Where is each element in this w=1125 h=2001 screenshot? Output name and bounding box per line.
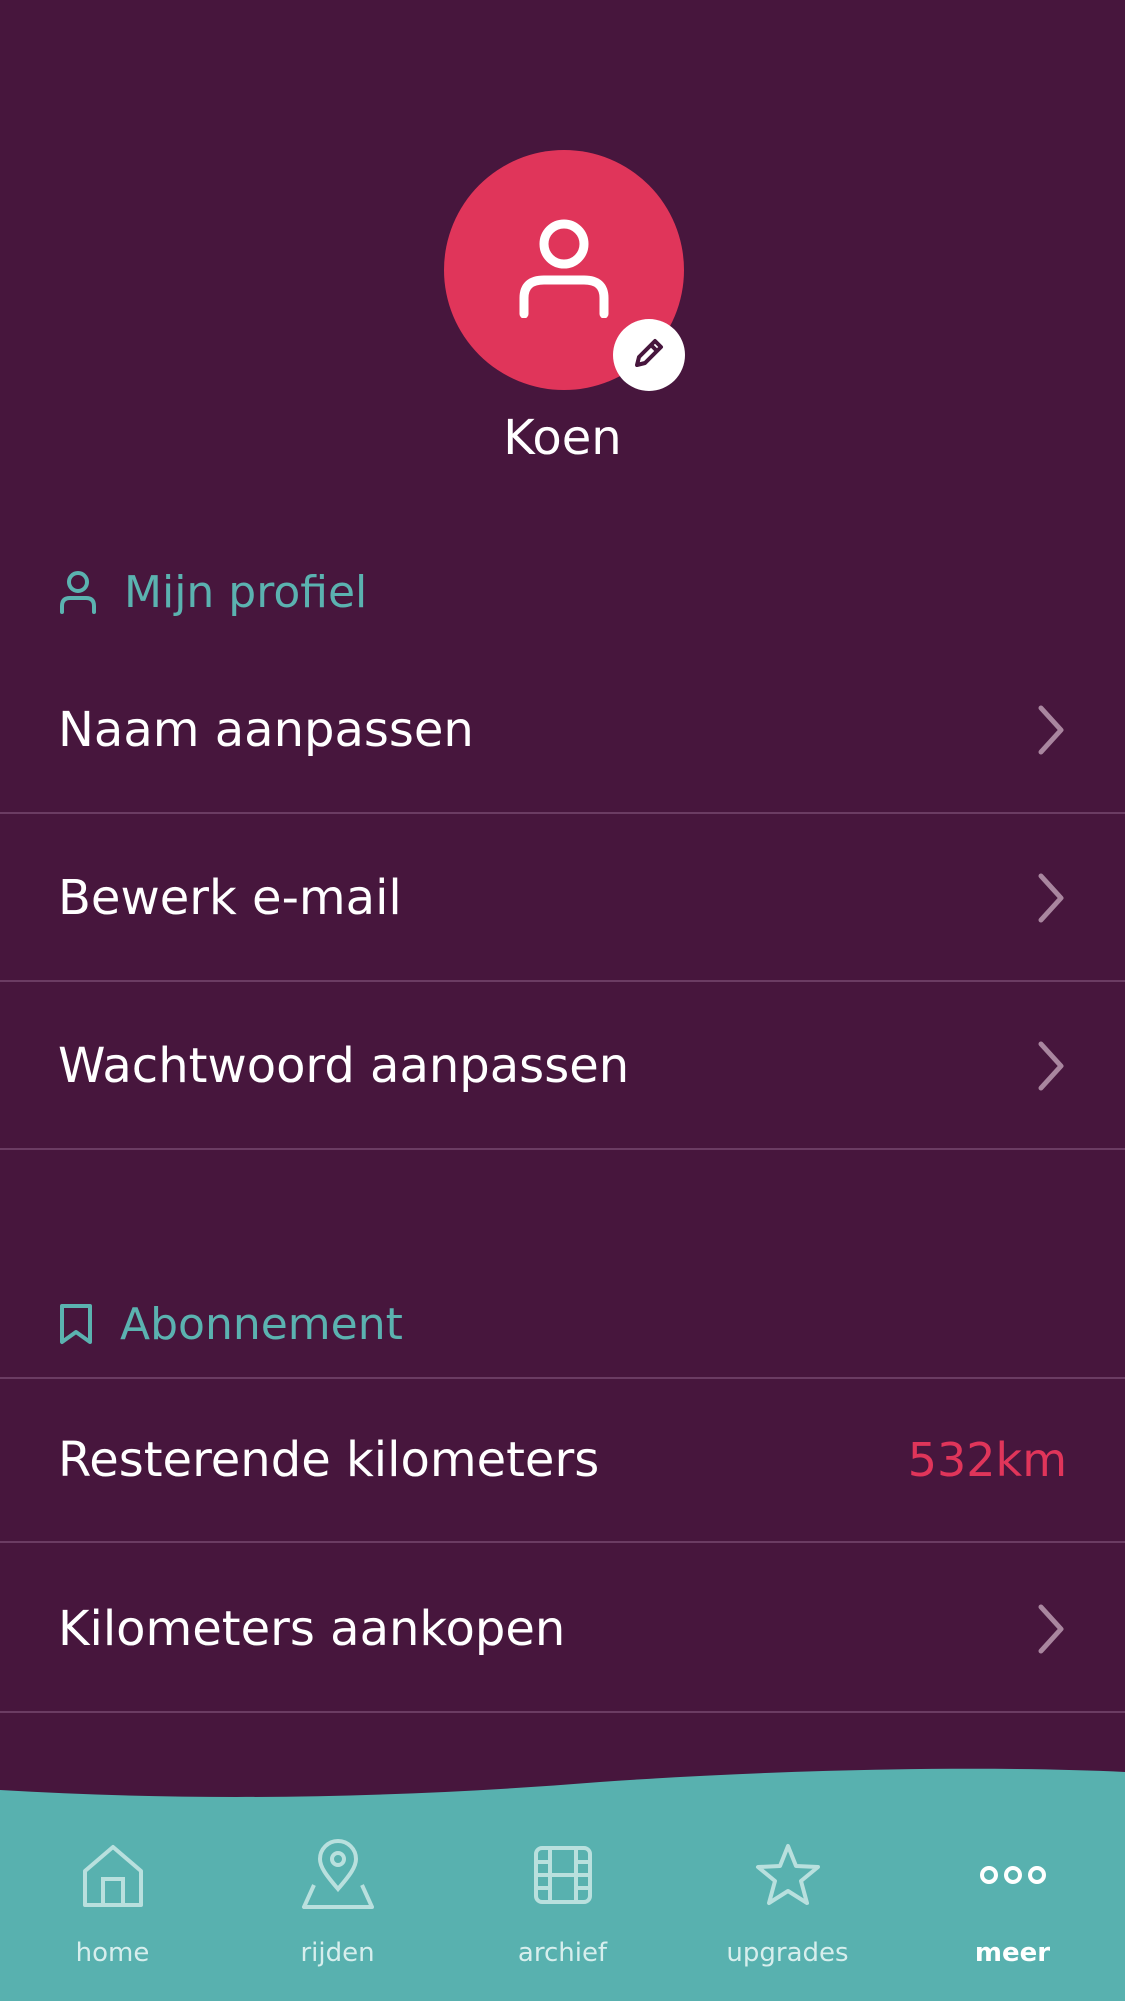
tab-home[interactable]: home [0, 1830, 225, 1990]
row-label: Bewerk e-mail [58, 870, 402, 926]
home-icon [81, 1830, 145, 1920]
chevron-right-icon [1035, 704, 1067, 756]
tab-archief[interactable]: archief [450, 1830, 675, 1990]
user-icon [516, 218, 612, 322]
row-edit-name[interactable]: Naam aanpassen [0, 648, 1125, 814]
star-icon [754, 1830, 822, 1920]
bookmark-icon [58, 1302, 94, 1346]
film-icon [532, 1830, 594, 1920]
row-remaining-km: Resterende kilometers 532km [0, 1377, 1125, 1543]
remaining-km-value: 532km [907, 1433, 1067, 1487]
user-name: Koen [503, 410, 622, 466]
section-title: Mijn profiel [124, 566, 368, 618]
section-header-profile: Mijn profiel [58, 562, 367, 622]
section-header-subscription: Abonnement [58, 1294, 403, 1354]
profile-avatar[interactable] [444, 150, 685, 391]
tab-meer[interactable]: meer [900, 1830, 1125, 1990]
tab-upgrades[interactable]: upgrades [675, 1830, 900, 1990]
bottom-tab-bar: home rijden archief upgrades meer [0, 1760, 1125, 2001]
user-icon [58, 570, 98, 614]
edit-avatar-button[interactable] [613, 319, 685, 391]
tab-label: archief [517, 1938, 608, 1968]
row-edit-password[interactable]: Wachtwoord aanpassen [0, 984, 1125, 1150]
tab-rijden[interactable]: rijden [225, 1830, 450, 1990]
row-edit-email[interactable]: Bewerk e-mail [0, 816, 1125, 982]
tab-label: meer [974, 1938, 1051, 1968]
chevron-right-icon [1035, 1040, 1067, 1092]
row-label: Resterende kilometers [58, 1432, 600, 1488]
row-label: Wachtwoord aanpassen [58, 1038, 630, 1094]
section-title: Abonnement [120, 1298, 403, 1350]
row-buy-km[interactable]: Kilometers aankopen [0, 1547, 1125, 1713]
pencil-icon [629, 333, 669, 377]
tab-label: upgrades [726, 1938, 849, 1968]
row-label: Naam aanpassen [58, 702, 474, 758]
tab-label: home [75, 1938, 150, 1968]
more-dots-icon [979, 1830, 1047, 1920]
chevron-right-icon [1035, 1603, 1067, 1655]
tab-label: rijden [300, 1938, 375, 1968]
map-pin-icon [300, 1830, 376, 1920]
row-label: Kilometers aankopen [58, 1601, 566, 1657]
chevron-right-icon [1035, 872, 1067, 924]
